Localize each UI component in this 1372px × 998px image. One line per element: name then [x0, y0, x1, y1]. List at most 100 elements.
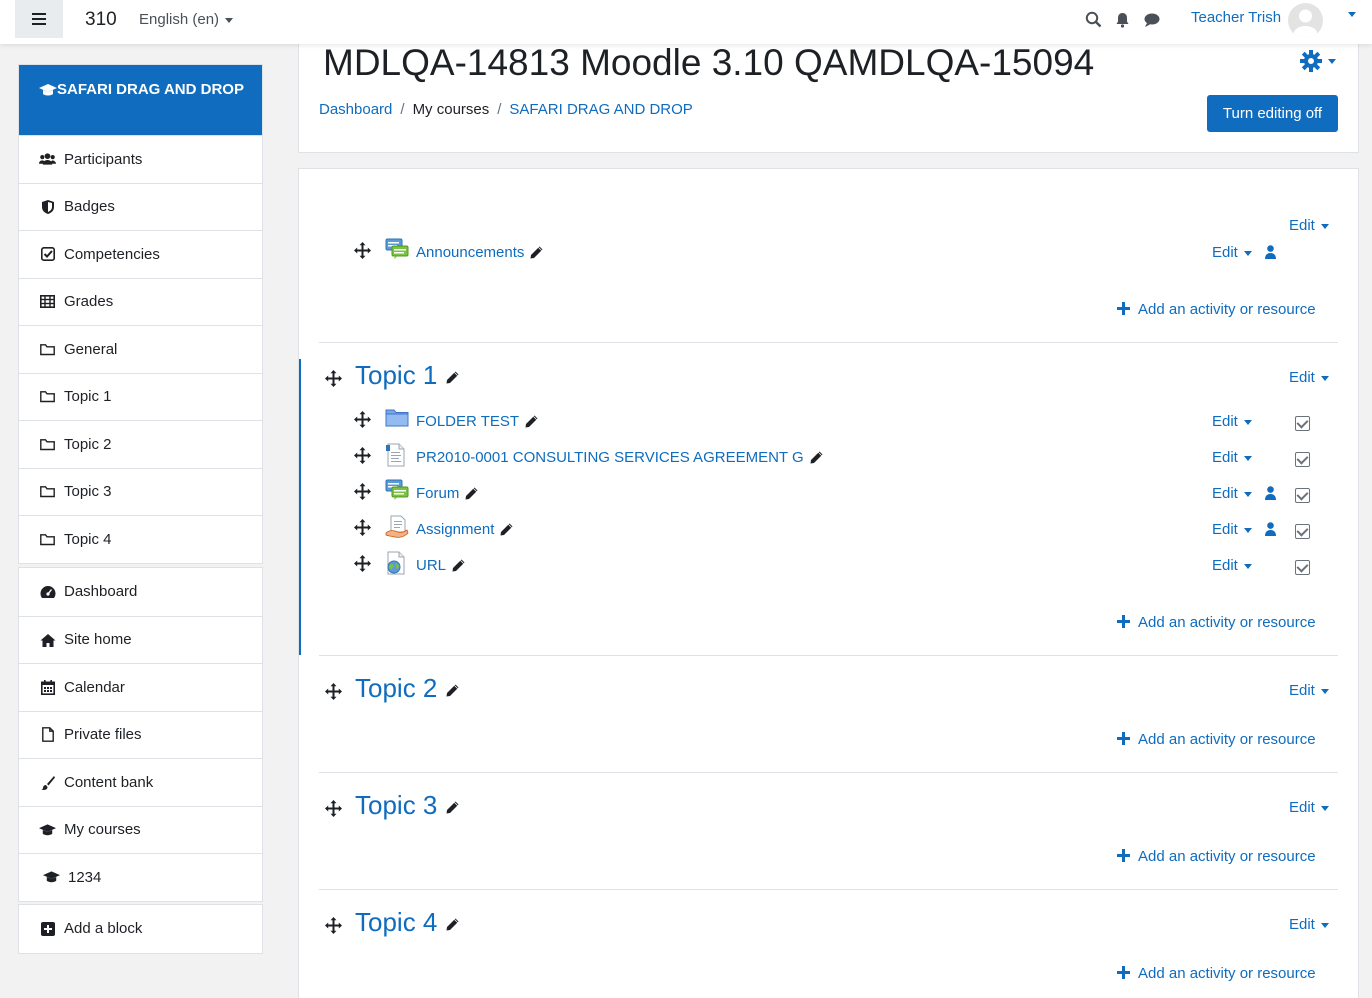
activity-name-wrap: URL — [416, 557, 465, 574]
sidebar-item-content-bank[interactable]: Content bank — [19, 758, 262, 806]
sidebar-item-1234[interactable]: 1234 — [19, 853, 262, 901]
user-menu-name[interactable]: Teacher Trish — [1191, 9, 1281, 26]
sidebar-item-label: Dashboard — [64, 583, 138, 601]
pencil-icon[interactable] — [446, 918, 459, 931]
search-icon[interactable] — [1085, 11, 1102, 28]
move-icon[interactable] — [325, 370, 342, 390]
completion-checkbox[interactable] — [1295, 416, 1310, 431]
pencil-icon[interactable] — [810, 451, 823, 464]
activity-link[interactable]: PR2010-0001 CONSULTING SERVICES AGREEMEN… — [416, 449, 804, 466]
language-label: English (en) — [139, 11, 220, 28]
activity-link[interactable]: URL — [416, 557, 446, 574]
pencil-icon[interactable] — [525, 415, 538, 428]
activity-edit-menu[interactable]: Edit — [1212, 244, 1252, 261]
move-icon[interactable] — [325, 917, 342, 937]
language-menu[interactable]: English (en) — [139, 11, 234, 28]
person-icon[interactable] — [1265, 245, 1276, 263]
pencil-icon[interactable] — [446, 801, 459, 814]
activity-row: Announcements Edit — [299, 238, 1339, 270]
graduation-cap-icon — [43, 869, 60, 886]
move-icon[interactable] — [354, 483, 371, 503]
pencil-icon[interactable] — [446, 371, 459, 384]
move-icon[interactable] — [354, 242, 371, 262]
sidebar-item-private-files[interactable]: Private files — [19, 710, 262, 759]
completion-checkbox[interactable] — [1295, 524, 1310, 539]
pencil-icon[interactable] — [446, 684, 459, 697]
add-block-group: Add a block — [18, 904, 263, 954]
topic-4-add-activity-link[interactable]: Add an activity or resource — [1117, 963, 1316, 984]
sidebar-item-grades[interactable]: Grades — [19, 277, 262, 326]
breadcrumb-course[interactable]: SAFARI DRAG AND DROP — [509, 101, 692, 118]
chevron-down-icon — [1320, 922, 1329, 928]
move-icon[interactable] — [354, 411, 371, 431]
activity-link[interactable]: Announcements — [416, 244, 524, 261]
sidebar-item-competencies[interactable]: Competencies — [19, 230, 262, 278]
topic-1-edit-menu[interactable]: Edit — [1289, 369, 1329, 386]
topic-1-title[interactable]: Topic 1 — [355, 360, 437, 391]
course-settings-menu[interactable] — [1300, 50, 1336, 72]
chevron-down-icon — [1320, 223, 1329, 229]
move-icon[interactable] — [354, 555, 371, 575]
sidebar-item-topic-3[interactable]: Topic 3 — [19, 467, 262, 516]
plus-icon — [1117, 299, 1130, 320]
move-icon[interactable] — [325, 800, 342, 820]
chat-icon[interactable] — [1143, 11, 1161, 28]
site-nav-group: Dashboard Site home Calendar Private files C… — [18, 567, 263, 902]
sidebar-item-topic-1[interactable]: Topic 1 — [19, 372, 262, 421]
activity-edit-menu[interactable]: Edit — [1212, 557, 1252, 574]
pencil-icon[interactable] — [452, 559, 465, 572]
turn-editing-off-button[interactable]: Turn editing off — [1207, 95, 1338, 132]
topic-3-add-activity-link[interactable]: Add an activity or resource — [1117, 846, 1316, 867]
drawer-course-item[interactable]: SAFARI DRAG AND DROP — [19, 65, 262, 135]
move-icon[interactable] — [354, 519, 371, 539]
sidebar-item-site-home[interactable]: Site home — [19, 615, 262, 664]
bell-icon[interactable] — [1114, 11, 1131, 28]
activity-edit-menu[interactable]: Edit — [1212, 413, 1252, 430]
hamburger-menu-button[interactable] — [15, 0, 63, 38]
sidebar-item-topic-4[interactable]: Topic 4 — [19, 515, 262, 563]
topic-3-title[interactable]: Topic 3 — [355, 790, 437, 821]
activity-edit-menu[interactable]: Edit — [1212, 485, 1252, 502]
breadcrumb-dashboard[interactable]: Dashboard — [319, 101, 392, 118]
sidebar-item-participants[interactable]: Participants — [19, 135, 262, 183]
pencil-icon[interactable] — [530, 246, 543, 259]
site-name[interactable]: 310 — [85, 9, 117, 31]
completion-checkbox[interactable] — [1295, 560, 1310, 575]
sidebar-item-calendar[interactable]: Calendar — [19, 663, 262, 711]
pencil-icon[interactable] — [465, 487, 478, 500]
move-icon[interactable] — [325, 683, 342, 703]
topic-2-add-activity-link[interactable]: Add an activity or resource — [1117, 729, 1316, 750]
sidebar-item-dashboard[interactable]: Dashboard — [19, 568, 262, 616]
breadcrumb-my-courses[interactable]: My courses — [413, 101, 490, 118]
topic-2-title[interactable]: Topic 2 — [355, 673, 437, 704]
person-icon[interactable] — [1265, 522, 1276, 540]
sidebar-item-general[interactable]: General — [19, 325, 262, 373]
section-general-edit-menu[interactable]: Edit — [1289, 217, 1329, 234]
sidebar-item-label: Grades — [64, 293, 114, 311]
pencil-icon[interactable] — [500, 523, 513, 536]
topic-1-add-activity-link[interactable]: Add an activity or resource — [1117, 612, 1316, 633]
sidebar-item-my-courses[interactable]: My courses — [19, 805, 262, 854]
avatar[interactable] — [1288, 3, 1323, 38]
sidebar-item-badges[interactable]: Badges — [19, 182, 262, 231]
page-title: MDLQA-14813 Moodle 3.10 QAMDLQA-15094 — [323, 42, 1095, 83]
activity-link[interactable]: Assignment — [416, 521, 494, 538]
chevron-down-icon[interactable] — [1348, 12, 1356, 17]
topic-3-edit-menu[interactable]: Edit — [1289, 799, 1329, 816]
activity-edit-menu[interactable]: Edit — [1212, 521, 1252, 538]
breadcrumb: Dashboard / My courses / SAFARI DRAG AND… — [319, 101, 693, 118]
person-icon[interactable] — [1265, 486, 1276, 504]
activity-link[interactable]: FOLDER TEST — [416, 413, 519, 430]
general-add-activity-link[interactable]: Add an activity or resource — [1117, 299, 1316, 320]
add-block-button[interactable]: Add a block — [19, 905, 262, 953]
completion-checkbox[interactable] — [1295, 452, 1310, 467]
activity-link[interactable]: Forum — [416, 485, 459, 502]
move-icon[interactable] — [354, 447, 371, 467]
activity-edit-menu[interactable]: Edit — [1212, 449, 1252, 466]
graduation-cap-icon — [39, 821, 56, 838]
topic-2-edit-menu[interactable]: Edit — [1289, 682, 1329, 699]
completion-checkbox[interactable] — [1295, 488, 1310, 503]
topic-4-title[interactable]: Topic 4 — [355, 907, 437, 938]
topic-4-edit-menu[interactable]: Edit — [1289, 916, 1329, 933]
sidebar-item-topic-2[interactable]: Topic 2 — [19, 420, 262, 468]
